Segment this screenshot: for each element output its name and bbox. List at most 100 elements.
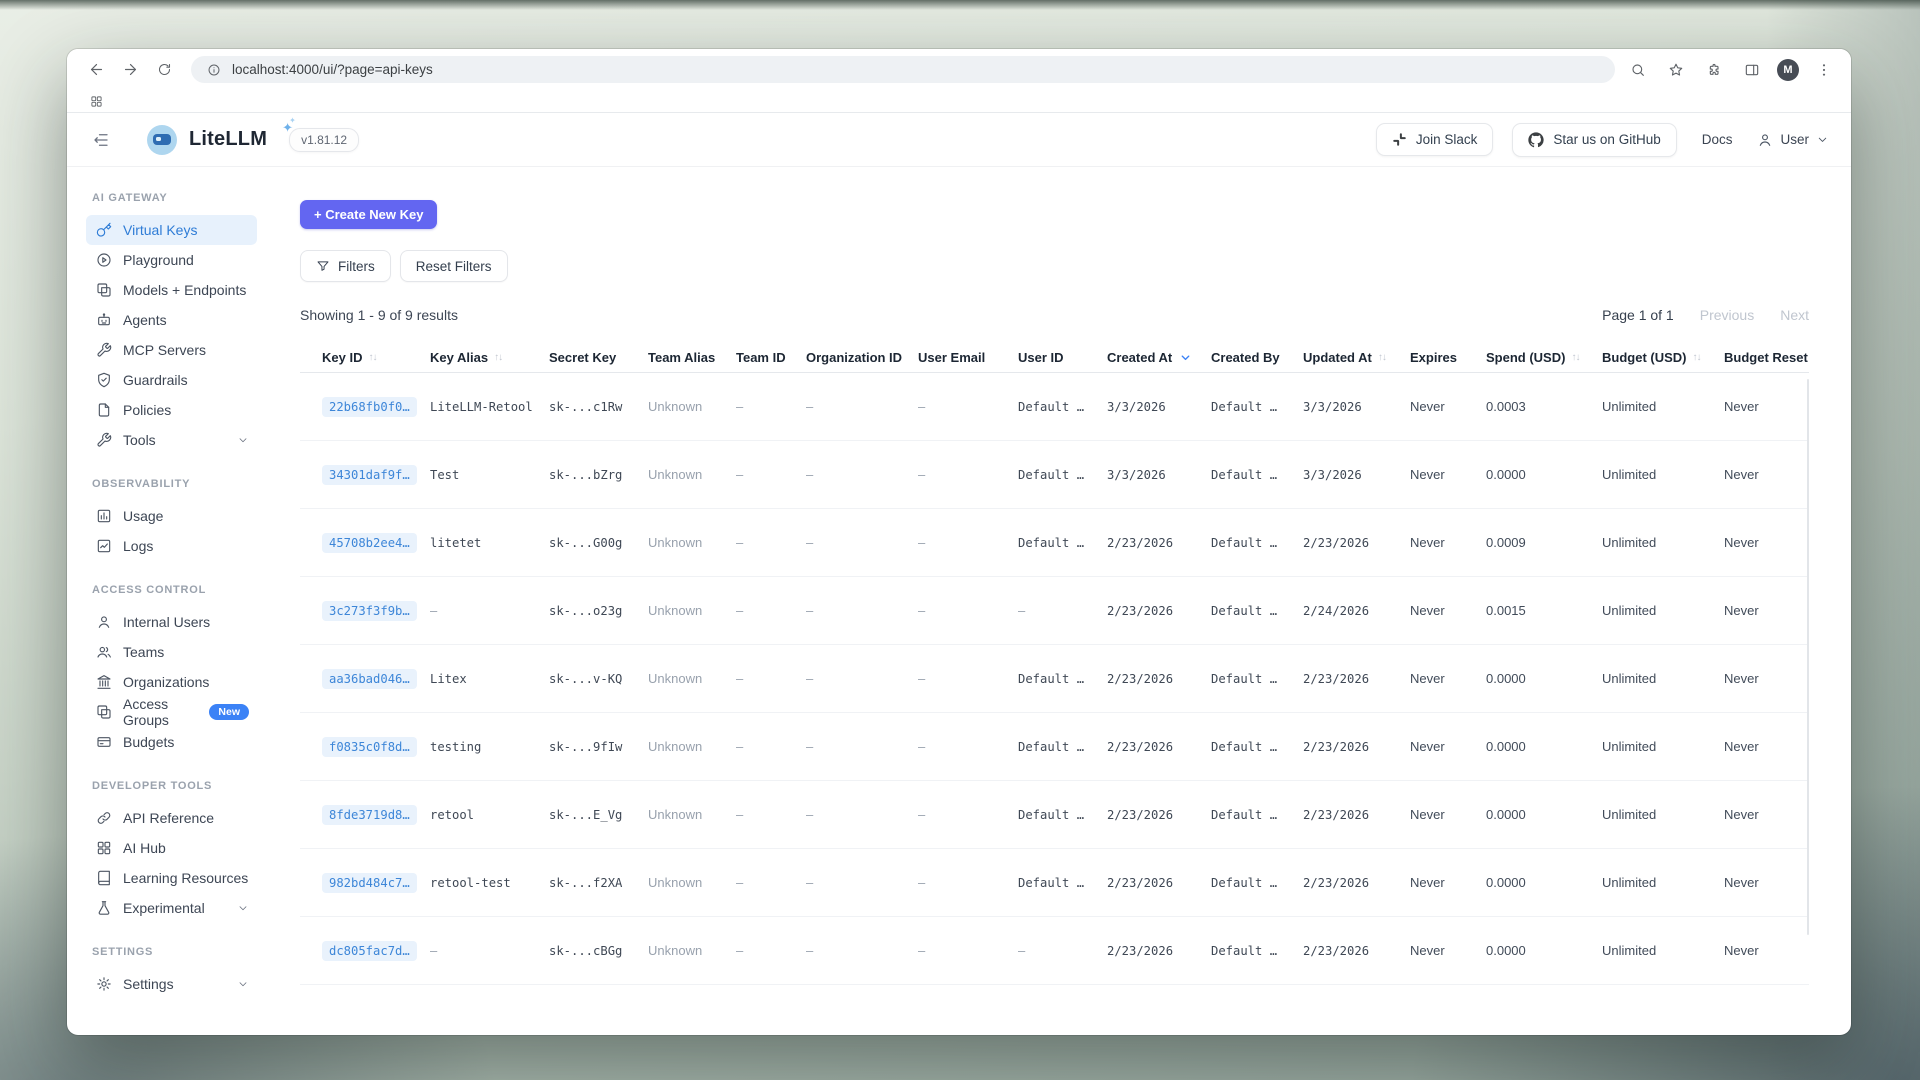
column-header-organization-id[interactable]: Organization ID (806, 350, 918, 365)
sidebar-item-playground[interactable]: Playground (86, 245, 257, 275)
key-id-link[interactable]: 22b68fb0f0… (322, 397, 417, 417)
table-row[interactable]: 22b68fb0f0…LiteLLM-Retoolsk-...c1RwUnkno… (300, 373, 1809, 441)
sort-icon[interactable]: ↑↓ (1571, 352, 1579, 363)
docs-link[interactable]: Docs (1702, 132, 1733, 147)
cell-created-at: 2/23/2026 (1107, 876, 1211, 890)
sidebar-item-budgets[interactable]: Budgets (86, 727, 257, 757)
side-panel-icon[interactable] (1739, 57, 1765, 83)
sidebar-item-access-groups[interactable]: Access GroupsNew (86, 697, 257, 727)
star-github-button[interactable]: Star us on GitHub (1512, 123, 1676, 157)
sidebar-item-experimental[interactable]: Experimental (86, 893, 257, 923)
key-id-link[interactable]: 45708b2ee4… (322, 533, 417, 553)
column-header-spend-usd[interactable]: Spend (USD)↑↓ (1486, 350, 1602, 365)
cell-budget-usd: Unlimited (1602, 739, 1724, 754)
sidebar-item-label: MCP Servers (123, 342, 206, 358)
column-header-key-id[interactable]: Key ID↑↓ (322, 350, 430, 365)
column-header-secret-key[interactable]: Secret Key (549, 350, 648, 365)
forward-icon[interactable] (117, 57, 143, 83)
user-menu[interactable]: User (1757, 132, 1829, 148)
sidebar-item-agents[interactable]: Agents (86, 305, 257, 335)
sidebar-item-virtual-keys[interactable]: Virtual Keys (86, 215, 257, 245)
sidebar-item-api-reference[interactable]: API Reference (86, 803, 257, 833)
cell-budget-reset: Never (1724, 535, 1809, 550)
join-slack-button[interactable]: Join Slack (1376, 123, 1494, 156)
column-header-key-alias[interactable]: Key Alias↑↓ (430, 350, 549, 365)
column-header-created-by[interactable]: Created By (1211, 350, 1303, 365)
user-icon (1757, 132, 1773, 148)
sidebar-item-label: Internal Users (123, 614, 210, 630)
cell-budget-usd: Unlimited (1602, 535, 1724, 550)
sidebar-item-settings[interactable]: Settings (86, 969, 257, 999)
table-row[interactable]: f0835c0f8d…testingsk-...9fIwUnknown–––De… (300, 713, 1809, 781)
column-header-user-email[interactable]: User Email (918, 350, 1018, 365)
column-header-updated-at[interactable]: Updated At↑↓ (1303, 350, 1410, 365)
tab-groups-icon[interactable] (83, 88, 109, 114)
column-header-user-id[interactable]: User ID (1018, 350, 1107, 365)
browser-profile-avatar[interactable]: M (1777, 59, 1799, 81)
table-row[interactable]: 8fde3719d8…retoolsk-...E_VgUnknown–––Def… (300, 781, 1809, 849)
sidebar-item-logs[interactable]: Logs (86, 531, 257, 561)
zoom-icon[interactable] (1625, 57, 1651, 83)
table-row[interactable]: 34301daf9f…Testsk-...bZrgUnknown–––Defau… (300, 441, 1809, 509)
reload-icon[interactable] (151, 57, 177, 83)
browser-menu-icon[interactable] (1811, 57, 1837, 83)
sort-desc-icon[interactable] (1179, 351, 1192, 364)
sidebar-item-label: Agents (123, 312, 167, 328)
key-id-link[interactable]: aa36bad046… (322, 669, 417, 689)
key-id-link[interactable]: f0835c0f8d… (322, 737, 417, 757)
url-text: localhost:4000/ui/?page=api-keys (232, 62, 433, 77)
sort-icon[interactable]: ↑↓ (494, 352, 502, 363)
sidebar-item-internal-users[interactable]: Internal Users (86, 607, 257, 637)
sidebar-item-models-endpoints[interactable]: Models + Endpoints (86, 275, 257, 305)
previous-page-button[interactable]: Previous (1700, 307, 1754, 323)
collapse-sidebar-icon[interactable] (92, 131, 110, 149)
site-info-icon[interactable] (205, 57, 223, 83)
sidebar-item-organizations[interactable]: Organizations (86, 667, 257, 697)
column-header-budget-reset[interactable]: Budget Reset (1724, 350, 1809, 365)
column-label: Budget (USD) (1602, 350, 1687, 365)
table-row[interactable]: 3c273f3f9b…–sk-...o23gUnknown––––2/23/20… (300, 577, 1809, 645)
key-id-link[interactable]: 3c273f3f9b… (322, 601, 417, 621)
cell-secret-key: sk-...cBGg (549, 944, 648, 958)
column-header-team-alias[interactable]: Team Alias (648, 350, 736, 365)
cell-user-id: Default … (1018, 808, 1107, 822)
next-page-button[interactable]: Next (1780, 307, 1809, 323)
cell-key-alias: LiteLLM-Retool (430, 400, 549, 414)
reset-filters-button[interactable]: Reset Filters (400, 250, 508, 282)
sidebar-item-ai-hub[interactable]: AI Hub (86, 833, 257, 863)
key-id-link[interactable]: 34301daf9f… (322, 465, 417, 485)
create-new-key-button[interactable]: + Create New Key (300, 200, 437, 229)
key-id-link[interactable]: 982bd484c7… (322, 873, 417, 893)
address-bar[interactable]: localhost:4000/ui/?page=api-keys (191, 56, 1615, 83)
sidebar-item-guardrails[interactable]: Guardrails (86, 365, 257, 395)
filters-button[interactable]: Filters (300, 250, 391, 282)
sidebar-item-usage[interactable]: Usage (86, 501, 257, 531)
bookmark-star-icon[interactable] (1663, 57, 1689, 83)
sort-icon[interactable]: ↑↓ (1693, 352, 1701, 363)
sidebar-item-policies[interactable]: Policies (86, 395, 257, 425)
column-header-created-at[interactable]: Created At (1107, 350, 1211, 365)
cell-key-id: 982bd484c7… (322, 873, 430, 893)
column-header-budget-usd[interactable]: Budget (USD) ↑↓ (1602, 350, 1724, 365)
table-scrollbar[interactable] (1807, 379, 1810, 935)
extensions-icon[interactable] (1701, 57, 1727, 83)
reset-filters-label: Reset Filters (416, 259, 492, 274)
table-row[interactable]: aa36bad046…Litexsk-...v-KQUnknown–––Defa… (300, 645, 1809, 713)
table-row[interactable]: 982bd484c7…retool-testsk-...f2XAUnknown–… (300, 849, 1809, 917)
sidebar-item-teams[interactable]: Teams (86, 637, 257, 667)
back-icon[interactable] (83, 57, 109, 83)
sort-icon[interactable]: ↑↓ (1378, 352, 1386, 363)
sidebar-item-mcp-servers[interactable]: MCP Servers (86, 335, 257, 365)
cell-team-alias: Unknown (648, 739, 736, 754)
key-id-link[interactable]: 8fde3719d8… (322, 805, 417, 825)
sort-icon[interactable]: ↑↓ (368, 352, 376, 363)
column-header-expires[interactable]: Expires (1410, 350, 1486, 365)
key-id-link[interactable]: dc805fac7d… (322, 941, 417, 961)
column-header-team-id[interactable]: Team ID (736, 350, 806, 365)
cell-updated-at: 2/23/2026 (1303, 536, 1410, 550)
sidebar-item-tools[interactable]: Tools (86, 425, 257, 455)
cell-expires: Never (1410, 603, 1486, 618)
table-row[interactable]: 45708b2ee4…litetetsk-...G00gUnknown–––De… (300, 509, 1809, 577)
sidebar-item-learning-resources[interactable]: Learning Resources (86, 863, 257, 893)
table-row[interactable]: dc805fac7d…–sk-...cBGgUnknown––––2/23/20… (300, 917, 1809, 985)
